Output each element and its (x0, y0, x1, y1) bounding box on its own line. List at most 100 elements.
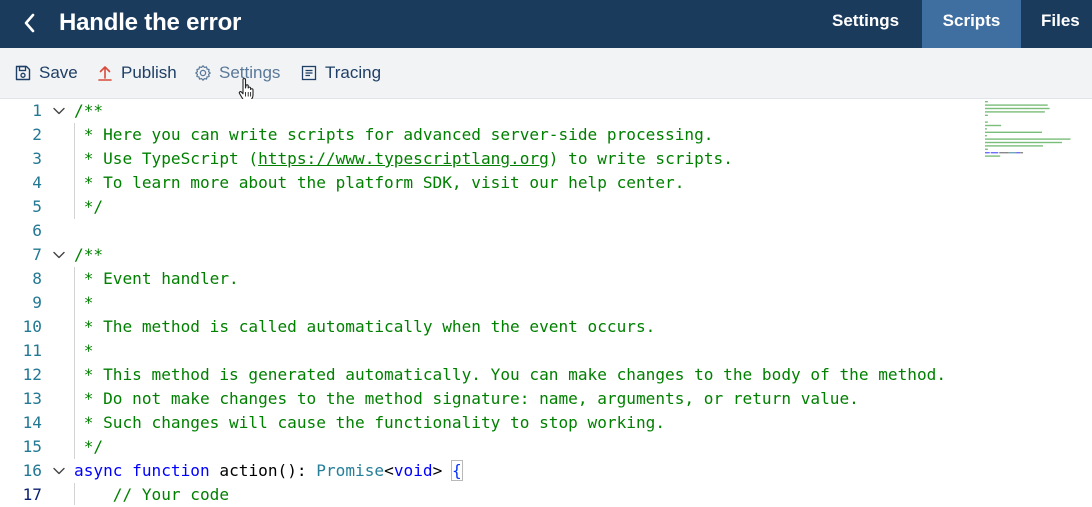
line-number: 13 (22, 389, 42, 408)
minimap-mark (985, 138, 1071, 140)
minimap-mark (1020, 152, 1023, 154)
code-text: */ (74, 195, 103, 219)
code-token: action (219, 461, 278, 480)
code-text: * The method is called automatically whe… (74, 315, 656, 339)
code-link[interactable]: https://www.typescriptlang.org (258, 149, 549, 168)
tracing-button[interactable]: Tracing (300, 62, 381, 84)
minimap-mark (985, 135, 987, 137)
code-token: ) to write scripts. (548, 149, 733, 168)
code-line[interactable]: 1 /** (0, 99, 980, 123)
toolbar: Save Publish Settings Tracing (0, 48, 1092, 99)
code-line[interactable]: 15 */ (0, 435, 980, 459)
code-text: * (74, 339, 94, 363)
line-number: 2 (32, 125, 42, 144)
code-token: */ (74, 437, 104, 456)
code-line[interactable]: 4 * To learn more about the platform SDK… (0, 171, 980, 195)
code-line[interactable]: 12 * This method is generated automatica… (0, 363, 980, 387)
code-token: * This method is generated automatically… (74, 365, 947, 384)
fold-chevron-icon[interactable] (52, 464, 66, 478)
code-line[interactable]: 2 * Here you can write scripts for advan… (0, 123, 980, 147)
code-token: * Do not make changes to the method sign… (74, 389, 859, 408)
code-line[interactable]: 10 * The method is called automatically … (0, 315, 980, 339)
code-text: // Your code (74, 483, 229, 507)
code-token: * (74, 341, 94, 360)
code-token: (): (277, 461, 317, 480)
code-line[interactable]: 3 * Use TypeScript (https://www.typescri… (0, 147, 980, 171)
code-token: < (384, 461, 394, 480)
code-token: // Your code (74, 485, 230, 504)
code-token: * Such changes will cause the functional… (74, 413, 666, 432)
line-number: 14 (22, 413, 42, 432)
code-line[interactable]: 14 * Such changes will cause the functio… (0, 411, 980, 435)
tab-scripts[interactable]: Scripts (922, 0, 1021, 48)
code-token: * To learn more about the platform SDK, … (74, 173, 685, 192)
code-line[interactable]: 8 * Event handler. (0, 267, 980, 291)
code-line[interactable]: 13 * Do not make changes to the method s… (0, 387, 980, 411)
minimap-mark (985, 145, 1043, 147)
line-number: 16 (22, 461, 42, 480)
minimap-mark (985, 128, 987, 130)
line-number: 1 (32, 101, 42, 120)
line-number: 9 (32, 293, 42, 312)
code-line[interactable]: 7 /** (0, 243, 980, 267)
line-number: 7 (32, 245, 42, 264)
line-number: 3 (32, 149, 42, 168)
minimap-mark (1004, 152, 1009, 154)
minimap-mark (985, 121, 988, 123)
chevron-left-icon[interactable] (18, 10, 42, 36)
code-token: * The method is called automatically whe… (74, 317, 656, 336)
code-text: * Event handler. (74, 267, 239, 291)
fold-chevron-icon[interactable] (52, 104, 66, 118)
line-number: 11 (22, 341, 42, 360)
code-token: void (393, 461, 433, 480)
publish-label: Publish (121, 63, 177, 82)
minimap-mark (985, 107, 1004, 110)
list-icon (300, 64, 318, 82)
tab-files[interactable]: Files (1021, 0, 1092, 48)
code-token: */ (74, 197, 104, 216)
minimap-mark (985, 101, 988, 103)
line-number: 10 (22, 317, 42, 336)
minimap-mark (999, 152, 1005, 154)
code-text: * Do not make changes to the method sign… (74, 387, 859, 411)
tab-settings[interactable]: Settings (832, 0, 922, 48)
top-header: Handle the error Settings Scripts Files (0, 0, 1092, 48)
code-line[interactable]: 5 */ (0, 195, 980, 219)
save-button[interactable]: Save (14, 62, 78, 84)
code-text: async function action(): Promise<void> { (74, 459, 463, 483)
code-line[interactable]: 17 // Your code (0, 483, 980, 507)
back-button[interactable] (18, 10, 42, 36)
publish-button[interactable]: Publish (96, 62, 177, 84)
minimap[interactable] (985, 100, 1085, 162)
code-token: Promise (316, 461, 385, 480)
code-text: * Here you can write scripts for advance… (74, 123, 714, 147)
code-line[interactable]: 11 * (0, 339, 980, 363)
code-token: > (432, 461, 452, 480)
minimap-mark (985, 104, 1048, 106)
tracing-label: Tracing (325, 63, 382, 82)
line-number: 12 (22, 365, 42, 384)
minimap-mark (1003, 107, 1032, 110)
code-editor[interactable]: 1 /** 2 * Here you can write scripts for a… (0, 99, 1092, 505)
fold-chevron-icon[interactable] (52, 248, 66, 262)
code-text: * Such changes will cause the functional… (74, 411, 665, 435)
code-token: * Use TypeScript ( (74, 149, 259, 168)
gear-icon (194, 64, 212, 82)
code-line[interactable]: 6 (0, 219, 980, 243)
code-line[interactable]: 16 async function action(): Promise<void>… (0, 459, 980, 483)
line-number: 8 (32, 269, 42, 288)
minimap-mark (1016, 152, 1021, 154)
code-token: /** (74, 245, 104, 264)
code-token: * Event handler. (74, 269, 239, 288)
page-title: Handle the error (59, 9, 242, 36)
minimap-mark (990, 152, 999, 154)
code-line[interactable]: 9 * (0, 291, 980, 315)
code-text: /** (74, 243, 103, 267)
minimap-mark (1022, 152, 1024, 154)
code-token: * Here you can write scripts for advance… (74, 125, 714, 144)
line-number: 15 (22, 437, 42, 456)
code-text: * Use TypeScript (https://www.typescript… (74, 147, 733, 171)
code-text: */ (74, 435, 103, 459)
